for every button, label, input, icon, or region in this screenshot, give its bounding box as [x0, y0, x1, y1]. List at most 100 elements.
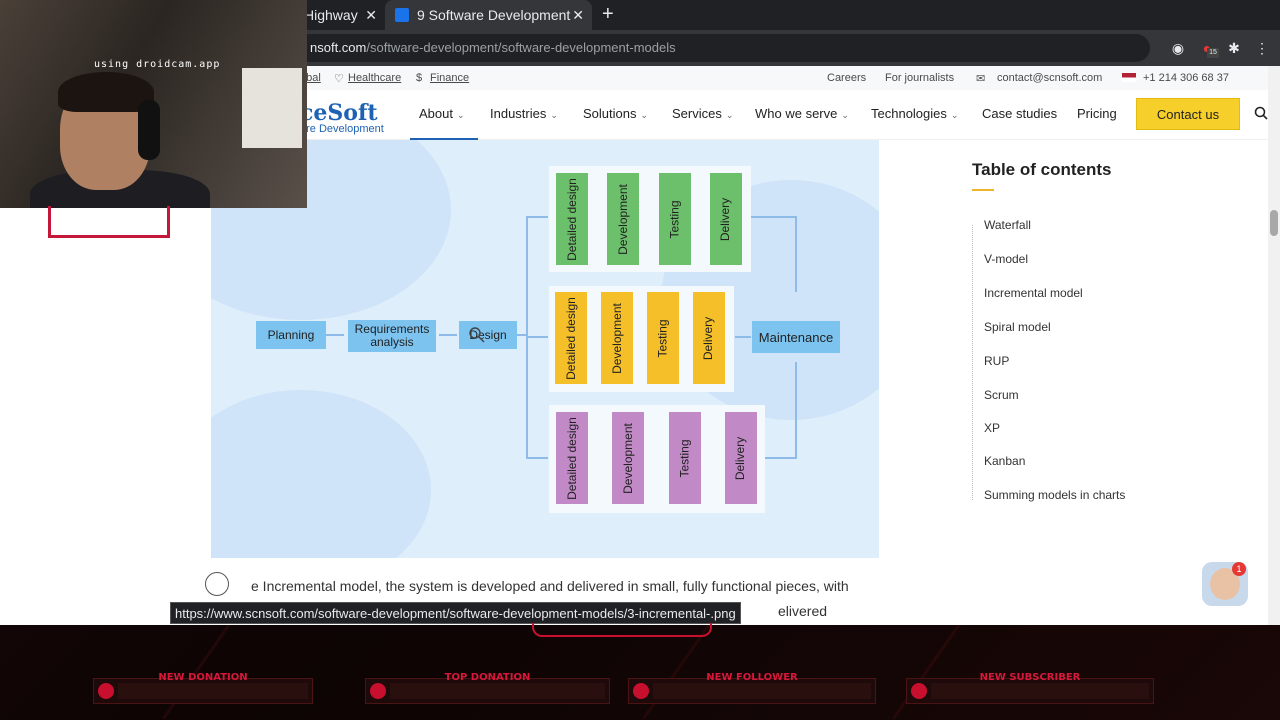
widget-title: TOP DONATION: [444, 672, 531, 683]
nav-label: Technologies: [871, 106, 947, 121]
nav-label: Services: [672, 106, 722, 121]
address-bar[interactable]: nsoft.com/software-development/software-…: [200, 34, 1150, 62]
toc-item-rup[interactable]: RUP: [984, 354, 1009, 368]
nav-industries[interactable]: Industries ⌄: [490, 106, 558, 121]
chevron-down-icon: ⌄: [841, 110, 849, 120]
step-development: Development: [601, 292, 633, 384]
contact-us-button[interactable]: Contact us: [1136, 98, 1240, 130]
chevron-down-icon: ⌄: [456, 110, 465, 120]
toc-item-v-model[interactable]: V-model: [984, 252, 1028, 266]
toc-item-incremental[interactable]: Incremental model: [984, 286, 1083, 300]
step-label: Testing: [655, 318, 670, 358]
arrow: [526, 457, 548, 459]
util-link-journalists[interactable]: For journalists: [885, 72, 954, 84]
step-detailed-design: Detailed design: [555, 292, 587, 384]
toc-item-waterfall[interactable]: Waterfall: [984, 218, 1031, 232]
toc-item-kanban[interactable]: Kanban: [984, 454, 1025, 468]
heart-icon: [633, 683, 649, 699]
toc-item-spiral[interactable]: Spiral model: [984, 320, 1051, 334]
record-icon: [98, 683, 114, 699]
arrow: [795, 216, 797, 292]
phase-requirements: Requirements analysis: [348, 320, 436, 352]
search-icon[interactable]: [1254, 106, 1268, 120]
chevron-down-icon: ⌄: [640, 110, 649, 120]
background-blob: [211, 390, 431, 558]
url-text: nsoft.com/software-development/software-…: [310, 40, 676, 55]
nav-pricing[interactable]: Pricing: [1077, 106, 1117, 121]
arrow: [526, 336, 548, 338]
toc-item-xp[interactable]: XP: [984, 421, 1000, 435]
webcam-overlay: using droidcam.app: [0, 0, 307, 208]
step-label: Development: [615, 183, 630, 255]
step-testing: Testing: [669, 412, 701, 504]
ublock-badge: 15: [1207, 48, 1219, 58]
page-scrollbar[interactable]: [1268, 66, 1280, 625]
step-label: Delivery: [701, 316, 716, 360]
nav-label: Solutions: [583, 106, 637, 121]
step-delivery: Delivery: [710, 173, 742, 265]
center-overlay-decoration: [532, 623, 712, 637]
widget-new-donation: NEW DONATION: [93, 672, 313, 704]
close-tab-icon[interactable]: ✕: [365, 7, 377, 24]
widget-content: [653, 683, 871, 699]
step-label: Testing: [667, 199, 682, 239]
nav-who-we-serve[interactable]: Who we serve ⌄: [755, 106, 849, 121]
heart-icon: ♡: [334, 73, 344, 85]
favicon-icon: [395, 8, 409, 22]
incremental-model-diagram[interactable]: Planning Requirements analysis Design Ma…: [211, 140, 879, 558]
puzzle-icon[interactable]: ✱: [1226, 40, 1242, 56]
nav-case-studies[interactable]: Case studies: [982, 106, 1057, 121]
step-testing: Testing: [647, 292, 679, 384]
us-flag-icon: [1122, 73, 1136, 82]
step-label: Detailed design: [563, 296, 578, 380]
util-link-careers[interactable]: Careers: [827, 72, 866, 84]
url-host: nsoft.com: [310, 40, 367, 55]
close-tab-icon[interactable]: ✕: [572, 7, 584, 24]
toc-title: Table of contents: [972, 160, 1112, 179]
dollar-icon: $: [416, 72, 423, 84]
phase-planning: Planning: [256, 321, 326, 349]
cookie-settings-icon[interactable]: [205, 572, 229, 596]
step-label: Delivery: [733, 436, 748, 480]
arrow: [735, 336, 751, 338]
webcam-watermark: using droidcam.app: [94, 59, 221, 70]
arrow: [526, 216, 548, 218]
tab-title: 9 Software Development: [417, 7, 571, 23]
util-email[interactable]: contact@scnsoft.com: [997, 72, 1102, 84]
widget-title: NEW FOLLOWER: [706, 672, 798, 683]
nav-technologies[interactable]: Technologies ⌄: [871, 106, 958, 121]
tab-highway[interactable]: Highway ✕: [300, 0, 385, 30]
widget-content: [390, 683, 605, 699]
nav-about[interactable]: About ⌄: [419, 106, 465, 121]
step-delivery: Delivery: [725, 412, 757, 504]
arrow: [795, 362, 797, 459]
widget-title: NEW SUBSCRIBER: [979, 672, 1081, 683]
widget-content: [931, 683, 1149, 699]
step-delivery: Delivery: [693, 292, 725, 384]
article-paragraph: e Incremental model, the system is devel…: [251, 578, 849, 594]
scrollbar-thumb[interactable]: [1270, 210, 1278, 236]
tab-software-development[interactable]: 9 Software Development ✕: [385, 0, 592, 30]
nav-label: About: [419, 106, 453, 121]
nav-services[interactable]: Services ⌄: [672, 106, 733, 121]
step-label: Delivery: [718, 197, 733, 241]
step-label: Detailed design: [564, 177, 579, 261]
arrow: [516, 334, 526, 336]
nav-solutions[interactable]: Solutions ⌄: [583, 106, 648, 121]
new-tab-icon[interactable]: +: [602, 3, 614, 26]
util-link-healthcare[interactable]: Healthcare: [348, 72, 401, 84]
webcam-frame-decoration: [48, 206, 170, 238]
step-detailed-design: Detailed design: [556, 173, 588, 265]
chevron-down-icon: ⌄: [950, 110, 959, 120]
menu-dots-icon[interactable]: ⋮: [1254, 40, 1270, 56]
step-development: Development: [612, 412, 644, 504]
star-icon: [911, 683, 927, 699]
magnifier-cursor-icon: [469, 327, 485, 343]
util-link-finance[interactable]: Finance: [430, 72, 469, 84]
tab-title: Highway: [304, 7, 358, 23]
toc-item-summing[interactable]: Summing models in charts: [984, 488, 1125, 502]
headset-icon: [138, 100, 160, 160]
toc-item-scrum[interactable]: Scrum: [984, 388, 1019, 402]
extension-icon[interactable]: ◉: [1170, 40, 1186, 56]
util-phone[interactable]: +1 214 306 68 37: [1143, 72, 1229, 84]
